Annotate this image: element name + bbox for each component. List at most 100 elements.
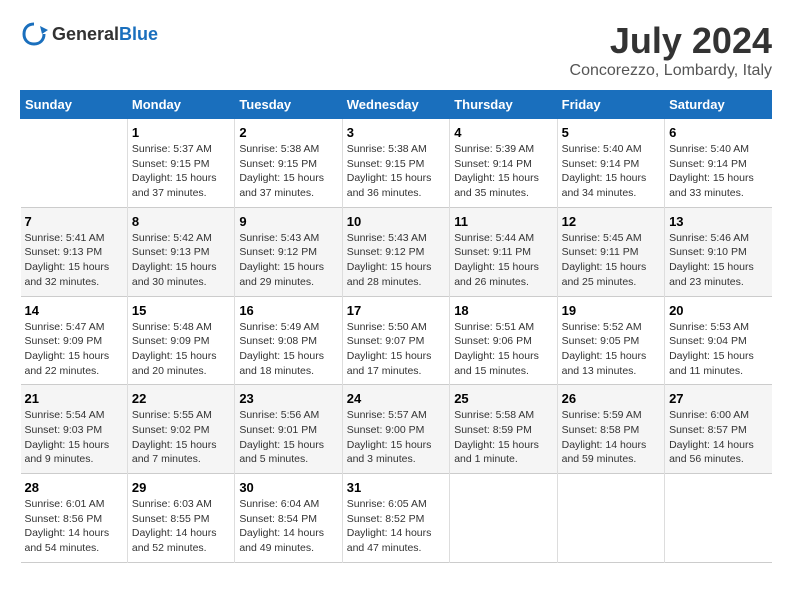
cell-info: Sunrise: 5:49 AM Sunset: 9:08 PM Dayligh… [239,320,337,379]
day-number: 11 [454,214,552,229]
calendar-cell: 19Sunrise: 5:52 AM Sunset: 9:05 PM Dayli… [557,296,664,385]
header-tuesday: Tuesday [235,91,342,119]
calendar-cell: 13 Sunrise: 5:46 AM Sunset: 9:10 PM Dayli… [665,207,772,296]
calendar-cell: 30 Sunrise: 6:04 AM Sunset: 8:54 PM Dayli… [235,474,342,563]
calendar-cell: 16 Sunrise: 5:49 AM Sunset: 9:08 PM Dayli… [235,296,342,385]
day-number: 8 [132,214,230,229]
calendar-week-row: 28Sunrise: 6:01 AM Sunset: 8:56 PM Dayli… [21,474,772,563]
calendar-cell: 23Sunrise: 5:56 AM Sunset: 9:01 PM Dayli… [235,385,342,474]
calendar-cell: 5 Sunrise: 5:40 AM Sunset: 9:14 PM Daylig… [557,119,664,208]
cell-info: Sunrise: 5:41 AM Sunset: 9:13 PM Dayligh… [25,231,123,290]
day-number: 9 [239,214,337,229]
cell-info: Sunrise: 5:59 AM Sunset: 8:58 PM Dayligh… [562,408,660,467]
cell-info: Sunrise: 5:42 AM Sunset: 9:13 PM Dayligh… [132,231,230,290]
calendar-cell: 31 Sunrise: 6:05 AM Sunset: 8:52 PM Dayli… [342,474,449,563]
calendar-cell: 22 Sunrise: 5:55 AM Sunset: 9:02 PM Dayli… [127,385,234,474]
day-number: 16 [239,303,337,318]
day-number: 10 [347,214,445,229]
day-number: 31 [347,480,445,495]
day-number: 13 [669,214,767,229]
calendar-cell [665,474,772,563]
header-monday: Monday [127,91,234,119]
day-number: 12 [562,214,660,229]
calendar-cell: 29Sunrise: 6:03 AM Sunset: 8:55 PM Dayli… [127,474,234,563]
day-number: 5 [562,125,660,140]
calendar-week-row: 21 Sunrise: 5:54 AM Sunset: 9:03 PM Dayli… [21,385,772,474]
calendar-cell [21,119,128,208]
calendar-cell: 20 Sunrise: 5:53 AM Sunset: 9:04 PM Dayli… [665,296,772,385]
calendar-header-row: SundayMondayTuesdayWednesdayThursdayFrid… [21,91,772,119]
cell-info: Sunrise: 5:44 AM Sunset: 9:11 PM Dayligh… [454,231,552,290]
day-number: 30 [239,480,337,495]
day-number: 18 [454,303,552,318]
calendar-cell: 25Sunrise: 5:58 AM Sunset: 8:59 PM Dayli… [450,385,557,474]
calendar-cell: 6 Sunrise: 5:40 AM Sunset: 9:14 PM Daylig… [665,119,772,208]
logo-text: GeneralBlue [52,24,158,45]
header-wednesday: Wednesday [342,91,449,119]
day-number: 6 [669,125,767,140]
cell-info: Sunrise: 5:46 AM Sunset: 9:10 PM Dayligh… [669,231,767,290]
day-number: 28 [25,480,123,495]
cell-info: Sunrise: 5:43 AM Sunset: 9:12 PM Dayligh… [239,231,337,290]
cell-info: Sunrise: 6:03 AM Sunset: 8:55 PM Dayligh… [132,497,230,556]
day-number: 15 [132,303,230,318]
calendar-cell: 12 Sunrise: 5:45 AM Sunset: 9:11 PM Dayli… [557,207,664,296]
calendar-cell: 14 Sunrise: 5:47 AM Sunset: 9:09 PM Dayli… [21,296,128,385]
cell-info: Sunrise: 5:48 AM Sunset: 9:09 PM Dayligh… [132,320,230,379]
page-subtitle: Concorezzo, Lombardy, Italy [570,62,772,80]
cell-info: Sunrise: 6:00 AM Sunset: 8:57 PM Dayligh… [669,408,767,467]
cell-info: Sunrise: 5:39 AM Sunset: 9:14 PM Dayligh… [454,142,552,201]
cell-info: Sunrise: 5:52 AM Sunset: 9:05 PM Dayligh… [562,320,660,379]
day-number: 3 [347,125,445,140]
cell-info: Sunrise: 5:43 AM Sunset: 9:12 PM Dayligh… [347,231,445,290]
cell-info: Sunrise: 5:40 AM Sunset: 9:14 PM Dayligh… [562,142,660,201]
cell-info: Sunrise: 6:04 AM Sunset: 8:54 PM Dayligh… [239,497,337,556]
day-number: 7 [25,214,123,229]
calendar-cell: 2Sunrise: 5:38 AM Sunset: 9:15 PM Daylig… [235,119,342,208]
title-section: July 2024 Concorezzo, Lombardy, Italy [570,20,772,80]
cell-info: Sunrise: 5:40 AM Sunset: 9:14 PM Dayligh… [669,142,767,201]
cell-info: Sunrise: 5:57 AM Sunset: 9:00 PM Dayligh… [347,408,445,467]
calendar-table: SundayMondayTuesdayWednesdayThursdayFrid… [20,90,772,563]
day-number: 21 [25,391,123,406]
cell-info: Sunrise: 5:47 AM Sunset: 9:09 PM Dayligh… [25,320,123,379]
calendar-cell: 10 Sunrise: 5:43 AM Sunset: 9:12 PM Dayli… [342,207,449,296]
day-number: 24 [347,391,445,406]
cell-info: Sunrise: 5:37 AM Sunset: 9:15 PM Dayligh… [132,142,230,201]
logo-icon [20,20,48,48]
calendar-cell: 17 Sunrise: 5:50 AM Sunset: 9:07 PM Dayli… [342,296,449,385]
cell-info: Sunrise: 5:45 AM Sunset: 9:11 PM Dayligh… [562,231,660,290]
calendar-cell [450,474,557,563]
day-number: 4 [454,125,552,140]
logo-general: General [52,24,119,44]
cell-info: Sunrise: 6:05 AM Sunset: 8:52 PM Dayligh… [347,497,445,556]
cell-info: Sunrise: 5:55 AM Sunset: 9:02 PM Dayligh… [132,408,230,467]
day-number: 20 [669,303,767,318]
calendar-cell: 15 Sunrise: 5:48 AM Sunset: 9:09 PM Dayli… [127,296,234,385]
day-number: 25 [454,391,552,406]
cell-info: Sunrise: 5:38 AM Sunset: 9:15 PM Dayligh… [239,142,337,201]
calendar-cell: 28Sunrise: 6:01 AM Sunset: 8:56 PM Dayli… [21,474,128,563]
day-number: 26 [562,391,660,406]
calendar-cell: 18Sunrise: 5:51 AM Sunset: 9:06 PM Dayli… [450,296,557,385]
calendar-week-row: 14 Sunrise: 5:47 AM Sunset: 9:09 PM Dayli… [21,296,772,385]
calendar-cell: 4 Sunrise: 5:39 AM Sunset: 9:14 PM Daylig… [450,119,557,208]
calendar-cell: 8 Sunrise: 5:42 AM Sunset: 9:13 PM Daylig… [127,207,234,296]
day-number: 17 [347,303,445,318]
calendar-cell: 3 Sunrise: 5:38 AM Sunset: 9:15 PM Daylig… [342,119,449,208]
cell-info: Sunrise: 5:50 AM Sunset: 9:07 PM Dayligh… [347,320,445,379]
day-number: 1 [132,125,230,140]
calendar-cell: 24 Sunrise: 5:57 AM Sunset: 9:00 PM Dayli… [342,385,449,474]
day-number: 27 [669,391,767,406]
calendar-cell [557,474,664,563]
day-number: 22 [132,391,230,406]
cell-info: Sunrise: 5:38 AM Sunset: 9:15 PM Dayligh… [347,142,445,201]
day-number: 14 [25,303,123,318]
calendar-cell: 7 Sunrise: 5:41 AM Sunset: 9:13 PM Daylig… [21,207,128,296]
calendar-cell: 26 Sunrise: 5:59 AM Sunset: 8:58 PM Dayli… [557,385,664,474]
header-sunday: Sunday [21,91,128,119]
header-saturday: Saturday [665,91,772,119]
cell-info: Sunrise: 5:54 AM Sunset: 9:03 PM Dayligh… [25,408,123,467]
cell-info: Sunrise: 5:53 AM Sunset: 9:04 PM Dayligh… [669,320,767,379]
logo-blue: Blue [119,24,158,44]
